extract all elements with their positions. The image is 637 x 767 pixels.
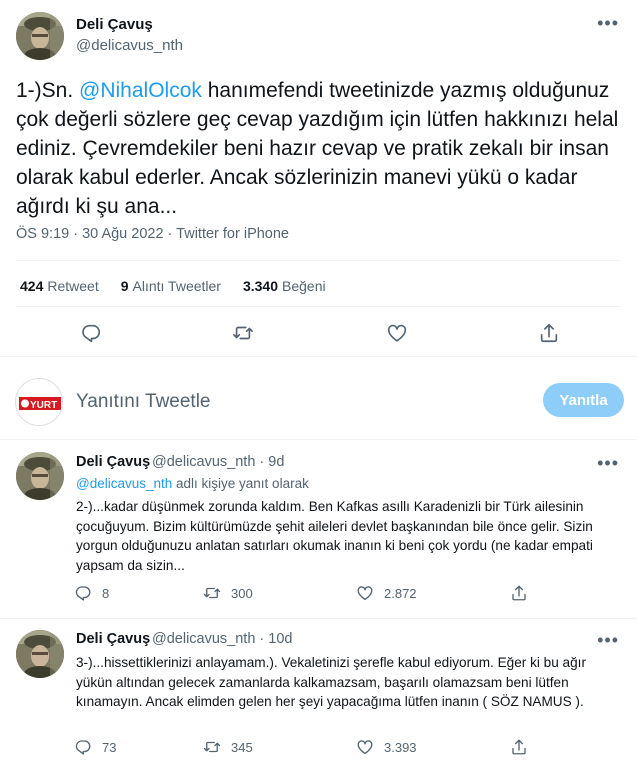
retweet-icon[interactable] (232, 322, 254, 344)
divider (16, 306, 621, 307)
reply-author-handle[interactable]: @delicavus_nth · 10d (152, 631, 292, 647)
tweet-date[interactable]: 30 Ağu 2022 (82, 226, 163, 242)
author-avatar[interactable] (16, 452, 64, 500)
divider (16, 260, 621, 261)
reply-text: 2-)...kadar düşünmek zorunda kaldım. Ben… (76, 499, 593, 573)
divider (0, 356, 637, 357)
divider (0, 439, 637, 440)
reply-icon[interactable]: 73 (74, 738, 116, 756)
tweet-source[interactable]: Twitter for iPhone (176, 226, 289, 242)
reply-author-handle[interactable]: @delicavus_nth · 9d (152, 454, 284, 470)
more-icon[interactable]: ••• (597, 454, 619, 472)
more-icon[interactable]: ••• (597, 14, 619, 32)
replying-to: @delicavus_nth adlı kişiye yanıt olarak (76, 476, 309, 491)
reply-icon[interactable] (80, 322, 102, 344)
like-icon[interactable] (386, 322, 408, 344)
divider (0, 618, 637, 619)
author-name[interactable]: Deli Çavuş (76, 16, 153, 33)
reply-icon[interactable]: 8 (74, 584, 109, 602)
likes-stat[interactable]: 3.340 Beğeni (243, 278, 326, 294)
reply-text: 3-)...hissettiklerinizi anlayamam.). Vek… (76, 655, 586, 709)
reply-actions: 8 300 2.872 (0, 584, 637, 608)
share-icon[interactable] (510, 738, 528, 756)
tweet-meta: ÖS 9:19 · 30 Ağu 2022 · Twitter for iPho… (16, 226, 289, 242)
user-avatar[interactable]: YURT (15, 378, 63, 426)
quotes-stat[interactable]: 9 Alıntı Tweetler (121, 278, 221, 294)
reply-actions: 73 345 3.393 (0, 738, 637, 762)
author-avatar[interactable] (16, 630, 64, 678)
tweet-actions (0, 318, 637, 348)
more-icon[interactable]: ••• (597, 631, 619, 649)
reply-author-name[interactable]: Deli Çavuş (76, 454, 150, 470)
reply-author-name[interactable]: Deli Çavuş (76, 631, 150, 647)
reply-input[interactable]: Yanıtını Tweetle (76, 391, 211, 413)
tweet-text: 1-)Sn. @NihalOlcok hanımefendi tweetiniz… (16, 76, 621, 221)
retweet-icon[interactable]: 300 (203, 584, 253, 602)
retweets-stat[interactable]: 424 Retweet (20, 278, 99, 294)
author-handle[interactable]: @delicavus_nth (76, 37, 183, 54)
like-icon[interactable]: 2.872 (356, 584, 417, 602)
tweet-stats: 424 Retweet 9 Alıntı Tweetler 3.340 Beğeni (20, 278, 326, 294)
retweet-icon[interactable]: 345 (203, 738, 253, 756)
like-icon[interactable]: 3.393 (356, 738, 417, 756)
reply-button[interactable]: Yanıtla (543, 383, 624, 417)
tweet-time[interactable]: ÖS 9:19 (16, 226, 69, 242)
share-icon[interactable] (510, 584, 528, 602)
tweet-text-prefix: 1-)Sn. (16, 79, 80, 102)
share-icon[interactable] (538, 322, 560, 344)
mention-link[interactable]: @NihalOlcok (79, 79, 202, 102)
author-avatar[interactable] (16, 12, 64, 60)
meta-separator: · (69, 226, 83, 242)
svg-text:YURT: YURT (30, 400, 57, 411)
meta-separator: · (163, 226, 177, 242)
